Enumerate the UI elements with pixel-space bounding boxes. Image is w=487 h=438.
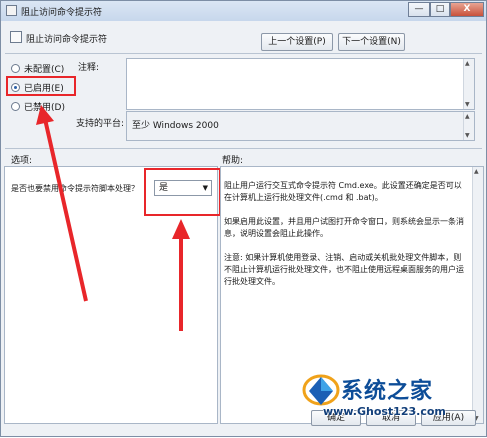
watermark-url: www.Ghost123.com xyxy=(323,405,446,418)
arrow-head-dropdown xyxy=(172,219,190,239)
watermark-logo-icon xyxy=(302,374,340,406)
watermark: 系统之家 www.Ghost123.com xyxy=(301,369,486,429)
arrow-head-enabled xyxy=(36,105,54,125)
arrow-to-enabled xyxy=(43,118,88,302)
watermark-title: 系统之家 xyxy=(341,378,434,404)
policy-dialog: 阻止访问命令提示符 — □ X 阻止访问命令提示符 上一个设置(P) 下一个设置… xyxy=(0,0,487,437)
